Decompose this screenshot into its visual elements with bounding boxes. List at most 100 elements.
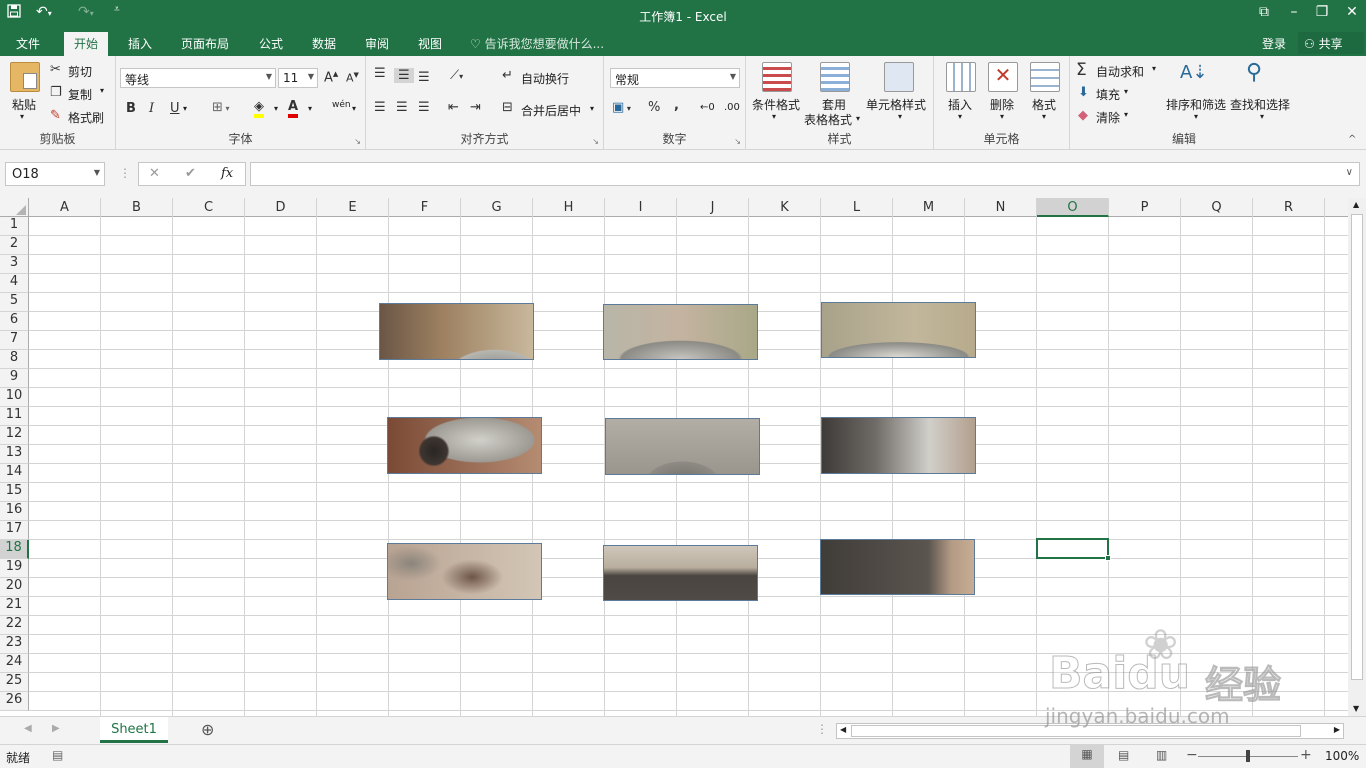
column-header-h[interactable]: H (533, 198, 605, 217)
picture-fragment-2[interactable] (603, 304, 758, 360)
fill-dropdown-icon[interactable]: ▾ (1124, 87, 1128, 96)
row-header-10[interactable]: 10 (0, 388, 29, 407)
page-break-view-icon[interactable]: ▥ (1156, 748, 1167, 762)
normal-view-icon[interactable]: ▦ (1070, 745, 1104, 768)
row-header-18[interactable]: 18 (0, 540, 29, 559)
delete-dropdown-icon[interactable]: ▾ (1000, 112, 1004, 121)
dialog-launcher-icon[interactable]: ↘ (592, 137, 599, 146)
find-dropdown-icon[interactable]: ▾ (1260, 112, 1264, 121)
paste-icon[interactable] (10, 62, 40, 92)
paste-button[interactable]: 粘贴 (12, 96, 36, 113)
row-header-22[interactable]: 22 (0, 616, 29, 635)
clear-button[interactable]: 清除 (1096, 109, 1120, 126)
name-box[interactable]: O18 ▼ (5, 162, 105, 186)
minimize-icon[interactable]: – (1282, 4, 1306, 20)
orientation-icon[interactable]: ⟋▾ (450, 68, 463, 83)
column-header-g[interactable]: G (461, 198, 533, 217)
sheet-tab[interactable]: Sheet1 (100, 717, 168, 743)
row-header-20[interactable]: 20 (0, 578, 29, 597)
format-painter-button[interactable]: 格式刷 (68, 109, 104, 126)
fill-button[interactable]: 填充 (1096, 86, 1120, 103)
tab-page-layout[interactable]: 页面布局 (181, 35, 229, 52)
row-header-13[interactable]: 13 (0, 445, 29, 464)
decrease-indent-icon[interactable]: ⇤ (448, 100, 459, 115)
comma-button[interactable]: , (674, 98, 679, 113)
row-header-5[interactable]: 5 (0, 293, 29, 312)
copy-button[interactable]: 复制 (68, 86, 92, 103)
wrap-text-button[interactable]: 自动换行 (521, 70, 569, 87)
row-header-24[interactable]: 24 (0, 654, 29, 673)
column-header-q[interactable]: Q (1181, 198, 1253, 217)
autosum-dropdown-icon[interactable]: ▾ (1152, 64, 1156, 73)
insert-function-button[interactable]: fx (221, 166, 233, 181)
column-header-b[interactable]: B (101, 198, 173, 217)
ribbon-display-icon[interactable]: ⧉ (1252, 4, 1276, 20)
tab-view[interactable]: 视图 (418, 35, 442, 52)
row-header-3[interactable]: 3 (0, 255, 29, 274)
align-bottom-icon[interactable]: ☰ (418, 70, 430, 85)
picture-fragment-3[interactable] (821, 302, 976, 358)
prev-sheet-icon[interactable]: ◀ (24, 723, 32, 734)
tell-me-search[interactable]: ♡ 告诉我您想要做什么... (470, 35, 604, 52)
tab-insert[interactable]: 插入 (128, 35, 152, 52)
dialog-launcher-icon[interactable]: ↘ (354, 137, 361, 146)
align-middle-icon[interactable]: ☰ (394, 68, 414, 83)
macro-record-icon[interactable]: ▤ (52, 748, 63, 762)
share-button[interactable]: ⚇ 共享 (1298, 32, 1364, 54)
add-sheet-icon[interactable]: ⊕ (201, 720, 214, 739)
picture-fragment-6[interactable] (821, 417, 976, 474)
find-select-button[interactable]: 查找和选择 (1230, 96, 1290, 113)
zoom-out-icon[interactable]: − (1186, 747, 1198, 763)
align-center-icon[interactable]: ☰ (396, 100, 408, 115)
scroll-right-icon[interactable]: ▶ (1334, 725, 1340, 734)
tab-review[interactable]: 审阅 (365, 35, 389, 52)
column-header-p[interactable]: P (1109, 198, 1181, 217)
number-format-select[interactable]: 常规 ▼ (610, 68, 740, 88)
row-header-12[interactable]: 12 (0, 426, 29, 445)
paste-dropdown-icon[interactable]: ▾ (20, 112, 24, 121)
row-header-8[interactable]: 8 (0, 350, 29, 369)
insert-cells-button[interactable]: 插入 (948, 96, 972, 113)
row-header-21[interactable]: 21 (0, 597, 29, 616)
table-format-button-line2[interactable]: 表格格式 (804, 111, 852, 128)
column-header-j[interactable]: J (677, 198, 749, 217)
currency-icon[interactable]: ▣ ▾ (612, 100, 631, 115)
clear-dropdown-icon[interactable]: ▾ (1124, 110, 1128, 119)
phonetic-button[interactable]: wén (332, 100, 351, 110)
fill-color-icon[interactable]: ◈ (254, 99, 264, 118)
column-header-e[interactable]: E (317, 198, 389, 217)
formula-input[interactable]: ∨ (250, 162, 1360, 186)
table-dropdown-icon[interactable]: ▾ (856, 114, 860, 123)
picture-fragment-9[interactable] (820, 539, 975, 595)
zoom-in-icon[interactable]: + (1300, 747, 1312, 763)
column-header-i[interactable]: I (605, 198, 677, 217)
font-size-select[interactable]: 11 ▼ (278, 68, 318, 88)
cell-styles-button[interactable]: 单元格样式 (866, 96, 926, 113)
column-header-d[interactable]: D (245, 198, 317, 217)
percent-button[interactable]: % (648, 100, 660, 115)
insert-dropdown-icon[interactable]: ▾ (958, 112, 962, 121)
next-sheet-icon[interactable]: ▶ (52, 723, 60, 734)
column-header-a[interactable]: A (29, 198, 101, 217)
column-header-n[interactable]: N (965, 198, 1037, 217)
increase-indent-icon[interactable]: ⇥ (470, 100, 481, 115)
tab-file[interactable]: 文件 (16, 35, 40, 52)
copy-dropdown-icon[interactable]: ▾ (100, 86, 104, 95)
format-cells-button[interactable]: 格式 (1032, 96, 1056, 113)
merge-center-button[interactable]: 合并后居中 (521, 102, 581, 119)
cancel-icon[interactable]: ✕ (149, 166, 160, 181)
scroll-down-icon[interactable]: ▼ (1353, 704, 1359, 713)
expand-formula-icon[interactable]: ∨ (1346, 167, 1353, 178)
vertical-scrollbar[interactable]: ▲ ▼ (1348, 198, 1366, 718)
restore-icon[interactable]: ❐ (1310, 4, 1334, 20)
picture-fragment-8[interactable] (603, 545, 758, 601)
row-header-7[interactable]: 7 (0, 331, 29, 350)
phonetic-dropdown-icon[interactable]: ▾ (352, 104, 356, 113)
borders-icon[interactable]: ⊞ ▾ (212, 100, 229, 115)
row-header-11[interactable]: 11 (0, 407, 29, 426)
underline-button[interactable]: U (170, 101, 180, 116)
page-layout-view-icon[interactable]: ▤ (1118, 748, 1129, 762)
collapse-ribbon-icon[interactable]: ^ (1348, 134, 1356, 145)
cell-styles-dropdown-icon[interactable]: ▾ (898, 112, 902, 121)
fill-color-dropdown-icon[interactable]: ▾ (274, 104, 278, 113)
